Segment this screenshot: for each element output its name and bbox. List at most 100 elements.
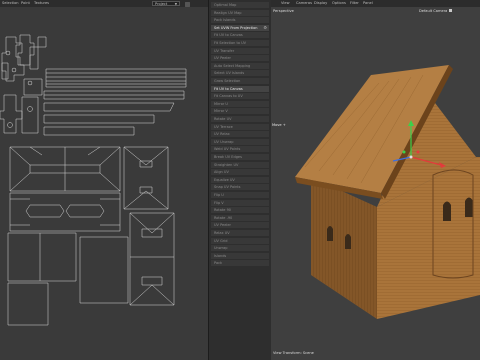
command-item-label: UV Terrace [214, 124, 233, 129]
viewport-menu-view[interactable]: View [281, 1, 290, 5]
command-item-label: UV Relax [214, 132, 230, 137]
command-item-label: Fit Selection to UV [214, 41, 247, 45]
command-item[interactable]: UV Grid [211, 237, 269, 244]
command-item-label: Auto Select Mapping [214, 63, 251, 68]
command-item-label: Weld UV Points [214, 147, 241, 152]
command-item[interactable]: Optimal Map [211, 2, 269, 8]
uv-menu-textures[interactable]: Textures [34, 1, 49, 5]
command-item-label: UV Grid [214, 238, 228, 243]
command-item-label: Optimal Map [214, 3, 237, 7]
command-item[interactable]: Set UVW From Projection ⚙ [211, 24, 269, 31]
command-item[interactable]: Relax UV [211, 230, 269, 236]
command-item-label: Fit UV to Canvas [214, 33, 243, 38]
command-item[interactable]: Fit Selection to UV [211, 40, 269, 46]
uv-island-cluster-top [0, 34, 47, 134]
uv-canvas[interactable] [0, 7, 208, 360]
command-item-label: Break UV Edges [214, 155, 242, 159]
command-item[interactable]: Fit UV to Canvas [211, 32, 269, 39]
command-item-label: Fit Canvas to UV [214, 94, 243, 99]
command-item[interactable]: Snap UV Points [211, 184, 269, 191]
command-item-label: Islands [214, 253, 227, 258]
command-item[interactable]: Mirror V [211, 108, 269, 115]
uv-menu-bar: Selection Point Textures Project ▼ [0, 0, 208, 7]
viewport-panel[interactable]: View Cameras Display Options Filter Pane… [271, 0, 480, 360]
command-item-label: Rotate UV [214, 117, 232, 121]
uv-islands [0, 34, 187, 326]
command-item[interactable]: Rotate -90 [211, 214, 269, 221]
command-item[interactable]: UV Terrace [211, 123, 269, 130]
command-item-label: Mirror U [214, 101, 228, 106]
gear-icon[interactable]: ⚙ [263, 25, 267, 31]
command-item[interactable]: Auto Select Mapping [211, 62, 269, 69]
command-item-label: Straighten UV [214, 162, 239, 167]
command-item-label: Rotate -90 [214, 215, 233, 220]
command-item[interactable]: Select UV Islands [211, 70, 269, 77]
command-item-label: UV Peeler [214, 56, 231, 61]
command-item-label: Unwrap [214, 246, 228, 251]
command-panel: Optimal Map Realign UV Map Pack Islands Set… [208, 0, 272, 360]
projection-dropdown-value: Project [155, 2, 168, 6]
uv-menu-point[interactable]: Point [21, 1, 30, 5]
house-model[interactable] [271, 7, 480, 351]
viewport-menu-filter[interactable]: Filter [350, 1, 359, 5]
viewport-menu-panel[interactable]: Panel [363, 1, 373, 5]
uv-island-base [7, 232, 129, 326]
command-item[interactable]: Rotate 90 [211, 207, 269, 214]
command-item-label: Mirror V [214, 109, 228, 114]
command-item-label: Snap UV Points [214, 185, 241, 190]
command-item[interactable]: Flip U [211, 192, 269, 198]
command-item[interactable]: Straighten UV [211, 161, 269, 168]
command-item-label: Align UV [214, 170, 229, 175]
command-item-label: UV Transfer [214, 48, 235, 53]
house-window-left-2 [345, 234, 351, 249]
command-item[interactable]: Realign UV Map [211, 9, 269, 16]
command-item-label: Select UV Islands [214, 71, 245, 76]
command-item[interactable]: Pack [211, 260, 269, 267]
command-item-label: Fit UV to Canvas [214, 86, 243, 91]
command-item[interactable]: Weld UV Points [211, 146, 269, 153]
command-item[interactable]: Mirror U [211, 100, 269, 107]
command-item-label: Equalize UV [214, 177, 235, 182]
command-item-label: Relax UV [214, 231, 230, 235]
command-item[interactable]: UV Relax [211, 131, 269, 138]
command-item[interactable]: UV Unwrap [211, 138, 269, 145]
command-item[interactable]: UV Peeler [211, 55, 269, 62]
uv-island-gables [123, 146, 175, 306]
house-window-right-2 [465, 197, 473, 217]
command-item-label: Pack [214, 261, 223, 266]
command-item-label: Rotate 90 [214, 208, 232, 213]
uv-island-planks [43, 68, 187, 136]
viewport-menu-options[interactable]: Options [332, 1, 346, 5]
viewport-menu-bar: View Cameras Display Options Filter Pane… [271, 0, 480, 7]
uv-editor-panel: Selection Point Textures Project ▼ [0, 0, 208, 360]
command-item-label: UV Unwrap [214, 139, 234, 144]
command-item[interactable]: Fit UV to Canvas [211, 85, 269, 92]
uv-island-walls [9, 192, 121, 232]
projection-dropdown[interactable]: Project ▼ [152, 1, 180, 6]
command-item[interactable]: Pack Islands [211, 17, 269, 24]
command-item-label: UV Peeler [214, 223, 231, 228]
command-item-label: Realign UV Map [214, 10, 242, 15]
command-item[interactable]: UV Transfer [211, 47, 269, 54]
command-item[interactable]: Islands [211, 252, 269, 259]
command-item[interactable]: Unwrap [211, 245, 269, 252]
command-item[interactable]: Align UV [211, 169, 269, 176]
command-item[interactable]: UV Peeler [211, 222, 269, 229]
command-item[interactable]: Equalize UV [211, 176, 269, 183]
command-item[interactable]: Fit Canvas to UV [211, 93, 269, 100]
command-item-label: Pack Islands [214, 18, 236, 23]
viewport-menu-display[interactable]: Display [314, 1, 327, 5]
command-item-label: Grow Selection [214, 79, 241, 83]
move-tooltip: Move + [272, 123, 286, 127]
command-item-label: Flip U [214, 193, 224, 197]
viewport-menu-cameras[interactable]: Cameras [296, 1, 312, 5]
command-item[interactable]: Rotate UV [211, 116, 269, 122]
house-window-left-1 [327, 226, 333, 241]
command-item-label: Flip V [214, 200, 224, 205]
command-item[interactable]: Flip V [211, 199, 269, 206]
uv-menu-selection[interactable]: Selection [2, 1, 19, 5]
uv-island-roof [9, 146, 121, 192]
command-item[interactable]: Break UV Edges [211, 154, 269, 160]
command-item[interactable]: Grow Selection [211, 78, 269, 84]
viewport-status-label: View Transform: Scene [273, 351, 314, 355]
